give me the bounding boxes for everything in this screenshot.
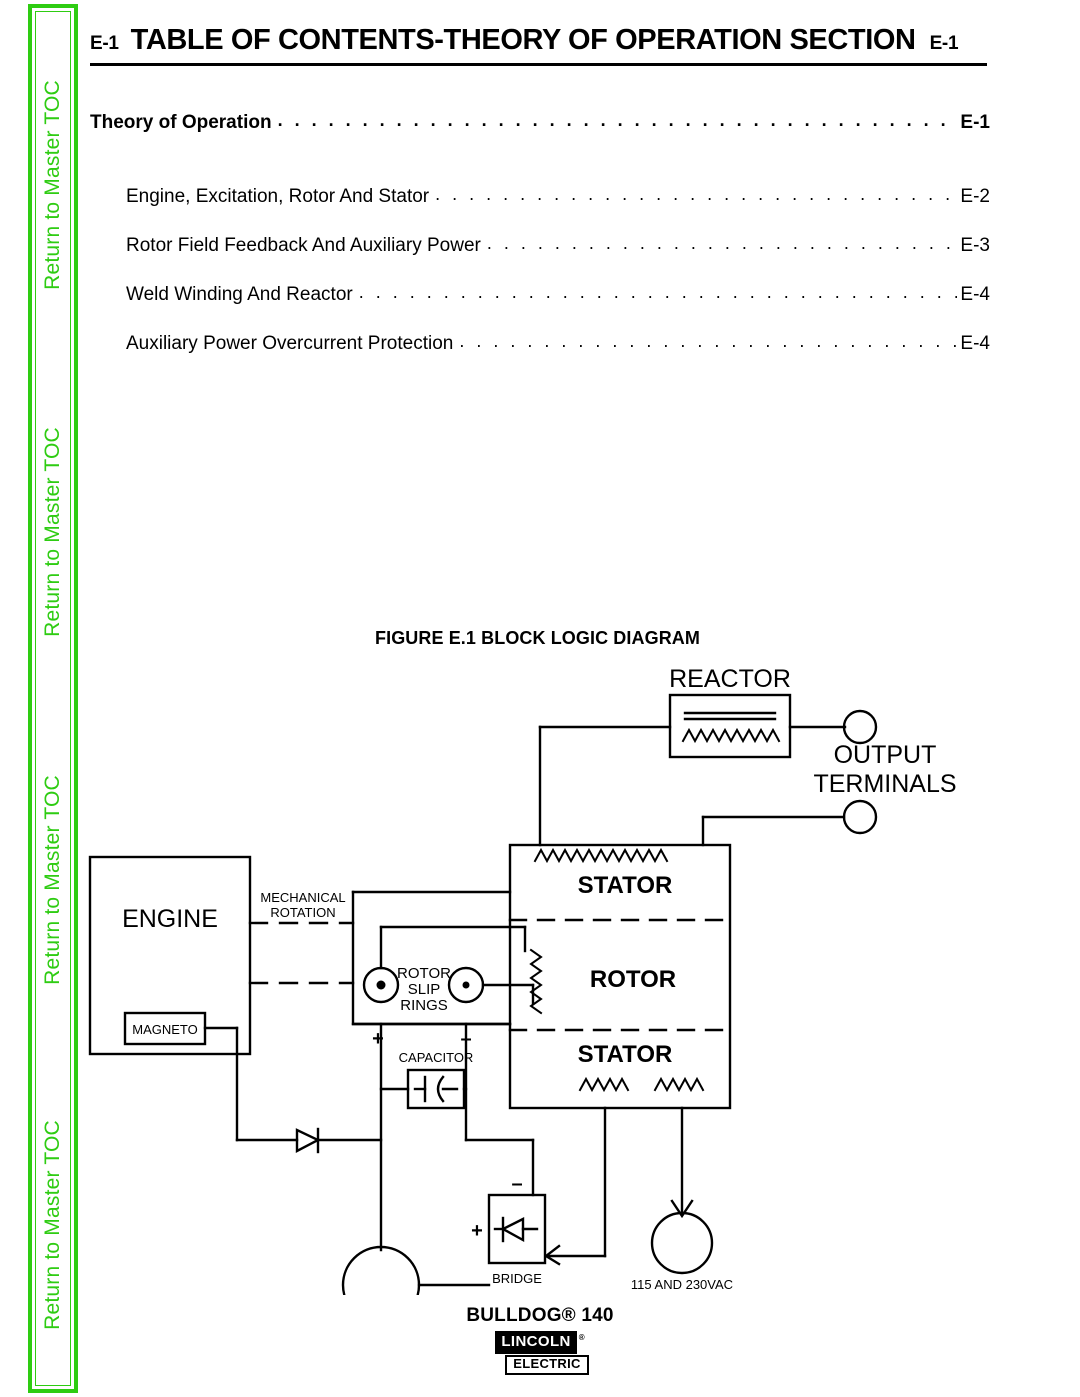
- slip-ring-negative-sign: –: [460, 1028, 471, 1050]
- output-terminals-label-1: OUTPUT: [834, 741, 937, 769]
- bridge-label: BRIDGE: [492, 1271, 542, 1286]
- figure-caption: FIGURE E.1 BLOCK LOGIC DIAGRAM: [375, 628, 701, 648]
- output-terminal-top: [842, 709, 878, 745]
- section-marker-right: E-1: [929, 33, 959, 54]
- page-footer: BULLDOG® 140 LINCOLN ® ELECTRIC: [90, 1305, 990, 1375]
- receptacle-symbol: [650, 1211, 714, 1275]
- bridge-negative-sign: –: [511, 1173, 522, 1195]
- receptacles-label-2: RECEPTACLES: [635, 1294, 730, 1295]
- toc-entry-label: Engine, Excitation, Rotor And Stator: [126, 186, 430, 207]
- slip-ring-positive-sign: +: [372, 1028, 384, 1050]
- return-to-master-toc-link-2[interactable]: Return to Master TOC: [41, 367, 65, 697]
- toc-entry-row[interactable]: Auxiliary Power Overcurrent Protection .…: [90, 331, 990, 355]
- return-to-master-toc-link-1[interactable]: Return to Master TOC: [41, 20, 65, 350]
- slip-rings-label-3: RINGS: [400, 997, 448, 1014]
- logo-registered-mark: ®: [578, 1332, 585, 1342]
- toc-leader-dots: . . . . . . . . . . . . . . . . . . . . …: [486, 233, 958, 253]
- toc-entry-page: E-4: [960, 333, 990, 354]
- stator-top-label: STATOR: [578, 872, 673, 899]
- document-page: E-1 TABLE OF CONTENTS-THEORY OF OPERATIO…: [88, 0, 1080, 1397]
- section-marker-left: E-1: [90, 33, 119, 54]
- toc-leader-dots: . . . . . . . . . . . . . . . . . . . . …: [459, 331, 957, 351]
- toc-entry-main[interactable]: Theory of Operation . . . . . . . . . . …: [90, 110, 990, 134]
- slip-rings-label-2: SLIP: [408, 981, 441, 998]
- capacitor-label: CAPACITOR: [399, 1050, 474, 1065]
- toc-entry-label: Auxiliary Power Overcurrent Protection: [126, 333, 454, 354]
- toc-entry-row[interactable]: Engine, Excitation, Rotor And Stator . .…: [90, 184, 990, 208]
- header-row: E-1 TABLE OF CONTENTS-THEORY OF OPERATIO…: [90, 24, 995, 62]
- header-divider: [90, 63, 987, 66]
- toc-entry-page: E-1: [960, 112, 990, 133]
- magneto-label: MAGNETO: [132, 1022, 198, 1037]
- toc-entry-row[interactable]: Weld Winding And Reactor . . . . . . . .…: [90, 282, 990, 306]
- lincoln-electric-logo: LINCOLN ® ELECTRIC: [486, 1331, 594, 1375]
- table-of-contents: Theory of Operation . . . . . . . . . . …: [90, 110, 990, 382]
- mechanical-rotation-label-1: MECHANICAL: [260, 890, 345, 905]
- slip-rings-label-1: ROTOR: [397, 965, 451, 982]
- reactor-label: REACTOR: [669, 665, 791, 693]
- toc-leader-dots: . . . . . . . . . . . . . . . . . . . . …: [277, 110, 958, 130]
- toc-entry-page: E-3: [960, 235, 990, 256]
- toc-entry-row[interactable]: Rotor Field Feedback And Auxiliary Power…: [90, 233, 990, 257]
- toc-entry-label: Rotor Field Feedback And Auxiliary Power: [126, 235, 481, 256]
- toc-entry-page: E-4: [960, 284, 990, 305]
- rheostat-symbol: [341, 1245, 421, 1295]
- block-logic-diagram: REACTOR OUTPUT TERMINALS STATOR ROTOR ST…: [85, 665, 1080, 1295]
- output-terminals-label-2: TERMINALS: [813, 770, 956, 798]
- reactor-box: [668, 693, 792, 759]
- product-model-label: BULLDOG® 140: [466, 1305, 614, 1326]
- master-toc-sidebar: Return to Master TOC Return to Master TO…: [28, 4, 78, 1393]
- diode-symbol: [295, 1128, 321, 1153]
- rotor-label: ROTOR: [590, 966, 676, 993]
- receptacles-label-1: 115 AND 230VAC: [631, 1277, 733, 1292]
- toc-entry-page: E-2: [960, 186, 990, 207]
- page-title: TABLE OF CONTENTS-THEORY OF OPERATION SE…: [130, 24, 916, 56]
- toc-leader-dots: . . . . . . . . . . . . . . . . . . . . …: [358, 282, 958, 302]
- page-header: E-1 TABLE OF CONTENTS-THEORY OF OPERATIO…: [90, 24, 995, 66]
- logo-electric-text: ELECTRIC: [505, 1354, 589, 1375]
- bridge-positive-sign: +: [471, 1220, 483, 1242]
- logo-lincoln-text: LINCOLN: [495, 1331, 577, 1354]
- return-to-master-toc-link-3[interactable]: Return to Master TOC: [41, 715, 65, 1045]
- output-terminal-bottom: [842, 799, 878, 835]
- toc-entry-label: Weld Winding And Reactor: [126, 284, 353, 305]
- stator-bottom-label: STATOR: [578, 1041, 673, 1068]
- mechanical-rotation-label-2: ROTATION: [270, 905, 335, 920]
- toc-entry-label: Theory of Operation: [90, 112, 272, 133]
- engine-label: ENGINE: [122, 905, 218, 933]
- toc-leader-dots: . . . . . . . . . . . . . . . . . . . . …: [435, 184, 957, 204]
- return-to-master-toc-link-4[interactable]: Return to Master TOC: [41, 1060, 65, 1390]
